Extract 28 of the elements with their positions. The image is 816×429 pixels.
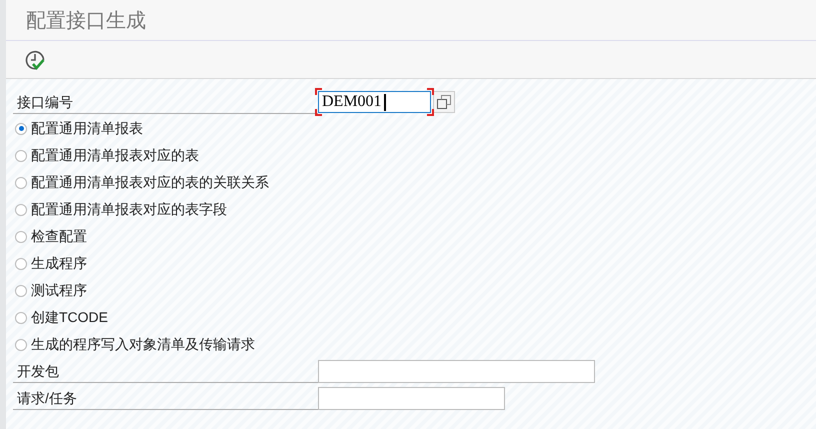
radio-button[interactable] [15, 230, 27, 242]
value-help-button[interactable] [433, 91, 455, 113]
radio-button[interactable] [15, 258, 27, 270]
radio-label: 创建TCODE [31, 308, 108, 326]
field-label: 请求/任务 [13, 387, 318, 410]
radio-button[interactable] [15, 338, 27, 350]
input-field[interactable] [318, 360, 595, 383]
radio-button[interactable] [15, 284, 27, 296]
radio-button[interactable] [15, 176, 27, 188]
window-title: 配置接口生成 [26, 8, 146, 34]
radio-label: 配置通用清单报表 [31, 120, 143, 138]
copy-icon [436, 94, 452, 110]
radio-label: 生成程序 [31, 254, 87, 272]
radio-label: 配置通用清单报表对应的表 [31, 146, 199, 164]
radio-button[interactable] [15, 312, 27, 324]
radio-button[interactable] [15, 122, 27, 134]
field-label: 开发包 [13, 360, 318, 383]
radio-label: 配置通用清单报表对应的表的关联关系 [31, 174, 269, 192]
radio-label: 配置通用清单报表对应的表字段 [31, 200, 227, 218]
radio-label: 测试程序 [31, 282, 87, 300]
interface-number-field[interactable]: DEM001 [318, 91, 431, 113]
radio-label: 检查配置 [31, 228, 87, 246]
input-field[interactable] [318, 387, 505, 410]
clock-check-icon [24, 48, 46, 70]
radio-label: 生成的程序写入对象清单及传输请求 [31, 336, 255, 354]
radio-button[interactable] [15, 150, 27, 162]
radio-button[interactable] [15, 204, 27, 216]
field-label: 接口编号 [13, 90, 318, 114]
